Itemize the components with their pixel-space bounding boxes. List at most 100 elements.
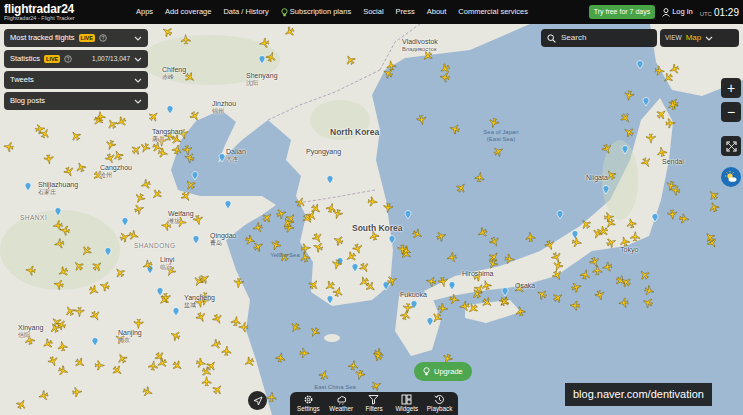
nav-label[interactable]: Subscription plans xyxy=(290,6,351,17)
plane-icon[interactable] xyxy=(104,152,116,164)
plane-icon[interactable] xyxy=(183,152,195,163)
airport-pin-icon[interactable] xyxy=(192,172,198,180)
plane-icon[interactable] xyxy=(382,67,395,80)
view-selector[interactable]: VIEWMap xyxy=(660,29,739,47)
map-label[interactable]: Jinzhou锦州 xyxy=(212,100,236,114)
label-local-name[interactable]: 沈阳 xyxy=(246,80,278,86)
zoom-out-button[interactable]: − xyxy=(721,102,741,122)
airport-pin-icon[interactable] xyxy=(327,296,333,304)
label-local-name[interactable]: 盐城 xyxy=(184,302,215,308)
plane-icon[interactable] xyxy=(300,348,310,357)
plane-icon[interactable] xyxy=(605,236,617,248)
label-name[interactable]: Chifeng xyxy=(162,66,186,73)
plane-icon[interactable] xyxy=(54,238,65,249)
search-input[interactable] xyxy=(561,32,651,44)
map-label[interactable]: Sea of Japan (East Sea) xyxy=(478,129,524,142)
panel-title[interactable]: Blog posts xyxy=(10,95,45,106)
plane-icon[interactable] xyxy=(368,197,378,207)
plane-icon[interactable] xyxy=(139,142,151,154)
plane-icon[interactable] xyxy=(626,217,637,228)
plane-icon[interactable] xyxy=(140,179,152,191)
plane-icon[interactable] xyxy=(594,290,605,302)
plane-icon[interactable] xyxy=(113,266,126,279)
plane-icon[interactable] xyxy=(74,356,87,369)
label-name[interactable]: Shijiazhuang xyxy=(38,181,78,188)
plane-icon[interactable] xyxy=(386,60,397,71)
map-label[interactable]: Sendai xyxy=(662,158,684,166)
plane-icon[interactable] xyxy=(156,357,169,370)
plane-icon[interactable] xyxy=(270,240,282,252)
panel-title[interactable]: Tweets xyxy=(10,74,34,85)
plane-icon[interactable] xyxy=(544,239,556,251)
nav-label[interactable]: Press xyxy=(396,6,415,17)
plane-icon[interactable] xyxy=(301,212,314,225)
plane-icon[interactable] xyxy=(400,309,411,321)
map-label[interactable]: Pyongyang xyxy=(306,148,341,156)
plane-icon[interactable] xyxy=(593,265,602,275)
label-name[interactable]: SHANDONG xyxy=(134,242,176,249)
plane-icon[interactable] xyxy=(644,285,656,296)
label-name[interactable]: Yancheng xyxy=(184,294,215,301)
plane-icon[interactable] xyxy=(193,215,204,226)
plane-icon[interactable] xyxy=(265,51,277,63)
label-name[interactable]: Qingdao xyxy=(210,232,236,239)
plane-icon[interactable] xyxy=(398,245,407,255)
plane-icon[interactable] xyxy=(466,302,479,315)
plane-icon[interactable] xyxy=(668,63,680,75)
plane-icon[interactable] xyxy=(128,230,140,242)
map-label[interactable]: Yancheng盐城 xyxy=(184,294,215,308)
label-name[interactable]: Tokyo xyxy=(620,246,638,253)
label-local-name[interactable]: 青岛 xyxy=(210,240,236,246)
search-box[interactable] xyxy=(541,29,657,47)
login-link[interactable]: Log in xyxy=(662,6,692,17)
nav-link[interactable]: About xyxy=(427,6,447,17)
plane-icon[interactable] xyxy=(311,232,323,245)
plane-icon[interactable] xyxy=(15,398,28,411)
map-label[interactable]: Shijiazhuang石家庄 xyxy=(38,181,78,195)
widget-panel[interactable]: Tweets xyxy=(4,71,148,89)
airport-pin-icon[interactable] xyxy=(105,248,111,256)
plane-icon[interactable] xyxy=(474,172,485,183)
toolbar-button[interactable]: Playback xyxy=(423,393,456,414)
airport-pin-icon[interactable] xyxy=(572,231,578,239)
label-name[interactable]: Vladivostok xyxy=(402,38,438,45)
login-label[interactable]: Log in xyxy=(672,6,692,17)
airport-pin-icon[interactable] xyxy=(167,106,173,114)
plane-icon[interactable] xyxy=(358,261,371,274)
plane-icon[interactable] xyxy=(148,360,158,370)
label-name[interactable]: Cangzhou xyxy=(100,164,132,171)
plane-icon[interactable] xyxy=(69,129,82,142)
plane-icon[interactable] xyxy=(189,110,202,123)
label-local-name[interactable]: 信阳 xyxy=(18,332,43,338)
airport-pin-icon[interactable] xyxy=(405,211,411,219)
plane-icon[interactable] xyxy=(88,284,101,297)
plane-icon[interactable] xyxy=(53,279,64,290)
plane-icon[interactable] xyxy=(95,361,105,370)
label-local-name[interactable]: 沧州 xyxy=(100,172,132,178)
plane-icon[interactable] xyxy=(459,301,470,312)
nav-link[interactable]: Subscription plans xyxy=(281,6,351,17)
plane-icon[interactable] xyxy=(252,240,265,253)
plane-icon[interactable] xyxy=(182,145,193,156)
plane-icon[interactable] xyxy=(115,115,128,128)
plane-icon[interactable] xyxy=(666,118,676,128)
plane-icon[interactable] xyxy=(619,112,632,125)
plane-icon[interactable] xyxy=(180,190,193,203)
map-label[interactable]: SHANXI xyxy=(20,214,47,221)
toolbar-button[interactable]: Widgets xyxy=(390,393,423,414)
plane-icon[interactable] xyxy=(604,212,614,222)
plane-icon[interactable] xyxy=(579,217,592,230)
toolbar-button[interactable]: Settings xyxy=(292,393,325,414)
plane-icon[interactable] xyxy=(446,252,457,263)
label-name[interactable]: Niigata xyxy=(586,174,608,181)
plane-icon[interactable] xyxy=(571,281,583,292)
label-name[interactable]: Sea of Japan (East Sea) xyxy=(483,129,518,142)
label-local-name[interactable]: 大连 xyxy=(226,156,246,162)
nav-link[interactable]: Apps xyxy=(136,6,153,17)
plane-icon[interactable] xyxy=(105,139,117,151)
plane-icon[interactable] xyxy=(323,280,336,293)
plane-icon[interactable] xyxy=(119,231,131,243)
plane-icon[interactable] xyxy=(196,358,207,369)
plane-icon[interactable] xyxy=(75,307,84,317)
plane-icon[interactable] xyxy=(525,232,535,242)
